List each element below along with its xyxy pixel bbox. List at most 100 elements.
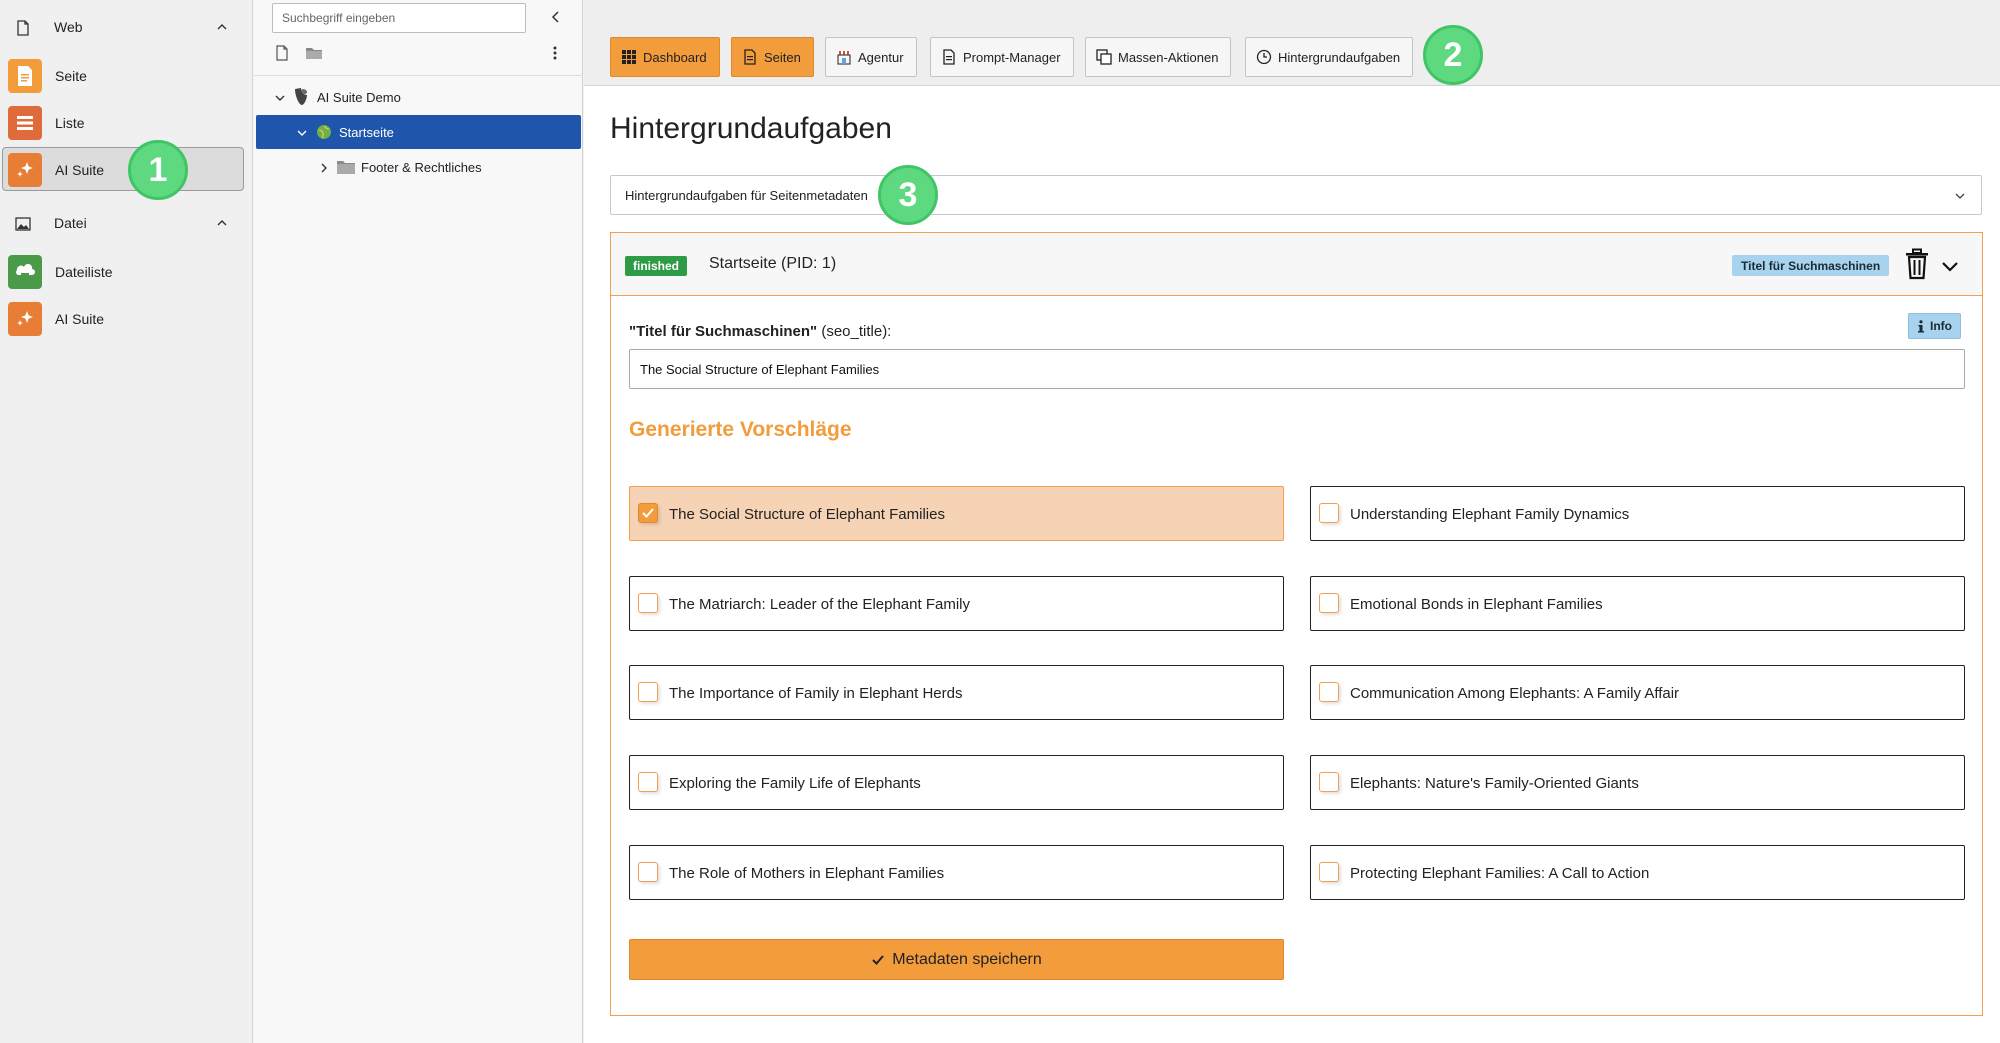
field-label-key: (seo_title): bbox=[817, 323, 892, 340]
document-icon bbox=[941, 49, 957, 65]
tree-node-startseite[interactable]: Startseite bbox=[256, 115, 581, 149]
typo3-logo-icon bbox=[292, 87, 310, 111]
suggestion-checkbox[interactable] bbox=[1319, 593, 1339, 613]
folder-icon bbox=[336, 159, 356, 179]
module-item-label: Dateiliste bbox=[55, 264, 113, 280]
suggestion-text: The Importance of Family in Elephant Her… bbox=[669, 685, 963, 702]
hintergrundaufgaben-button[interactable]: Hintergrundaufgaben bbox=[1245, 37, 1414, 77]
suggestion-option[interactable]: Communication Among Elephants: A Family … bbox=[1310, 665, 1965, 720]
suggestion-text: Understanding Elephant Family Dynamics bbox=[1350, 506, 1630, 523]
module-group-label: Web bbox=[54, 19, 83, 35]
module-item-label: AI Suite bbox=[55, 162, 105, 178]
grid-icon bbox=[621, 49, 637, 65]
page-module-icon bbox=[8, 59, 42, 93]
module-group-label: Datei bbox=[54, 215, 87, 231]
suggestion-checkbox[interactable] bbox=[1319, 682, 1339, 702]
tree-node-label: Footer & Rechtliches bbox=[361, 160, 482, 175]
module-group-datei[interactable]: Datei bbox=[0, 206, 253, 242]
field-label-name: "Titel für Suchmaschinen" bbox=[629, 323, 818, 340]
suggestion-option[interactable]: Protecting Elephant Families: A Call to … bbox=[1310, 845, 1965, 900]
tree-node-footer[interactable]: Footer & Rechtliches bbox=[272, 150, 572, 184]
info-icon bbox=[1917, 319, 1925, 333]
suggestion-option[interactable]: Exploring the Family Life of Elephants bbox=[629, 755, 1284, 810]
chevron-up-icon[interactable] bbox=[214, 19, 230, 35]
save-label: Metadaten speichern bbox=[892, 950, 1042, 968]
filelist-module-icon bbox=[8, 255, 42, 289]
suggestion-checkbox[interactable] bbox=[638, 593, 658, 613]
suggestion-checkbox[interactable] bbox=[1319, 772, 1339, 792]
suggestion-checkbox[interactable] bbox=[638, 862, 658, 882]
trash-icon[interactable] bbox=[1903, 248, 1931, 280]
suggestion-text: The Matriarch: Leader of the Elephant Fa… bbox=[669, 596, 970, 613]
seiten-button[interactable]: Seiten bbox=[731, 37, 814, 77]
chevron-up-icon[interactable] bbox=[214, 215, 230, 231]
more-vertical-icon[interactable] bbox=[546, 44, 564, 62]
chevron-down-icon[interactable] bbox=[274, 91, 286, 103]
field-label: "Titel für Suchmaschinen" (seo_title): bbox=[629, 323, 891, 340]
check-icon bbox=[642, 508, 654, 518]
suggestion-text: Elephants: Nature's Family-Oriented Gian… bbox=[1350, 775, 1639, 792]
step-marker-3: 3 bbox=[878, 165, 938, 225]
suggestion-checkbox[interactable] bbox=[638, 503, 658, 523]
suggestion-checkbox[interactable] bbox=[638, 772, 658, 792]
suggestion-checkbox[interactable] bbox=[1319, 503, 1339, 523]
new-page-icon[interactable] bbox=[273, 44, 291, 62]
list-module-icon bbox=[8, 106, 42, 140]
task-card-header[interactable]: finished Startseite (PID: 1) Titel für S… bbox=[611, 233, 1982, 296]
module-item-ai-suite-file[interactable]: AI Suite bbox=[2, 296, 244, 340]
task-title: Startseite (PID: 1) bbox=[709, 255, 837, 272]
suggestion-text: Exploring the Family Life of Elephants bbox=[669, 775, 921, 792]
ai-sparkle-icon bbox=[8, 153, 42, 187]
suggestion-checkbox[interactable] bbox=[638, 682, 658, 702]
ai-sparkle-icon bbox=[8, 302, 42, 336]
folder-icon[interactable] bbox=[304, 44, 322, 62]
module-item-liste[interactable]: Liste bbox=[2, 100, 244, 144]
button-label: Agentur bbox=[858, 49, 904, 65]
document-icon bbox=[742, 49, 758, 65]
task-type-select[interactable]: Hintergrundaufgaben für Seitenmetadaten bbox=[610, 175, 1982, 215]
tree-node-label: AI Suite Demo bbox=[317, 90, 401, 105]
image-icon bbox=[14, 215, 32, 233]
info-button[interactable]: Info bbox=[1908, 313, 1961, 339]
page-title: Hintergrundaufgaben bbox=[610, 112, 892, 145]
module-item-label: Seite bbox=[55, 68, 87, 84]
module-item-dateiliste[interactable]: Dateiliste bbox=[2, 249, 244, 293]
chevron-down-icon[interactable] bbox=[1941, 257, 1959, 275]
suggestion-checkbox[interactable] bbox=[1319, 862, 1339, 882]
suggestion-option[interactable]: The Role of Mothers in Elephant Families bbox=[629, 845, 1284, 900]
massen-aktionen-button[interactable]: Massen-Aktionen bbox=[1085, 37, 1232, 77]
suggestion-option[interactable]: Understanding Elephant Family Dynamics bbox=[1310, 486, 1965, 541]
seo-title-input[interactable] bbox=[629, 349, 1965, 389]
suggestion-text: Emotional Bonds in Elephant Families bbox=[1350, 596, 1603, 613]
chevron-left-icon[interactable] bbox=[547, 8, 565, 26]
suggestion-option[interactable]: Elephants: Nature's Family-Oriented Gian… bbox=[1310, 755, 1965, 810]
chevron-down-icon bbox=[1953, 189, 1967, 203]
module-group-web[interactable]: Web bbox=[0, 10, 253, 46]
module-item-seite[interactable]: Seite bbox=[2, 53, 244, 97]
globe-page-icon bbox=[316, 124, 332, 144]
suggestion-option[interactable]: The Matriarch: Leader of the Elephant Fa… bbox=[629, 576, 1284, 631]
button-label: Massen-Aktionen bbox=[1118, 49, 1219, 65]
dashboard-button[interactable]: Dashboard bbox=[610, 37, 720, 77]
suggestion-text: The Role of Mothers in Elephant Families bbox=[669, 865, 945, 882]
button-label: Hintergrundaufgaben bbox=[1278, 49, 1401, 65]
save-metadata-button[interactable]: Metadaten speichern bbox=[629, 939, 1284, 980]
chevron-down-icon[interactable] bbox=[296, 126, 308, 138]
suggestion-option[interactable]: Emotional Bonds in Elephant Families bbox=[1310, 576, 1965, 631]
suggestion-text: The Social Structure of Elephant Familie… bbox=[669, 506, 945, 523]
page-icon bbox=[14, 19, 32, 37]
prompt-manager-button[interactable]: Prompt-Manager bbox=[930, 37, 1074, 77]
suggestion-option[interactable]: The Importance of Family in Elephant Her… bbox=[629, 665, 1284, 720]
chevron-right-icon[interactable] bbox=[318, 161, 330, 173]
agentur-button[interactable]: Agentur bbox=[825, 37, 917, 77]
suggestions-heading: Generierte Vorschläge bbox=[629, 418, 852, 441]
suggestion-option[interactable]: The Social Structure of Elephant Familie… bbox=[629, 486, 1284, 541]
button-label: Prompt-Manager bbox=[963, 49, 1061, 65]
suggestion-text: Communication Among Elephants: A Family … bbox=[1350, 685, 1680, 702]
check-icon bbox=[871, 953, 885, 967]
tree-search-input[interactable] bbox=[272, 3, 526, 33]
tree-node-root[interactable]: AI Suite Demo bbox=[272, 80, 572, 114]
module-item-label: AI Suite bbox=[55, 311, 105, 327]
module-item-ai-suite[interactable]: AI Suite bbox=[2, 147, 244, 191]
divider bbox=[254, 75, 583, 76]
